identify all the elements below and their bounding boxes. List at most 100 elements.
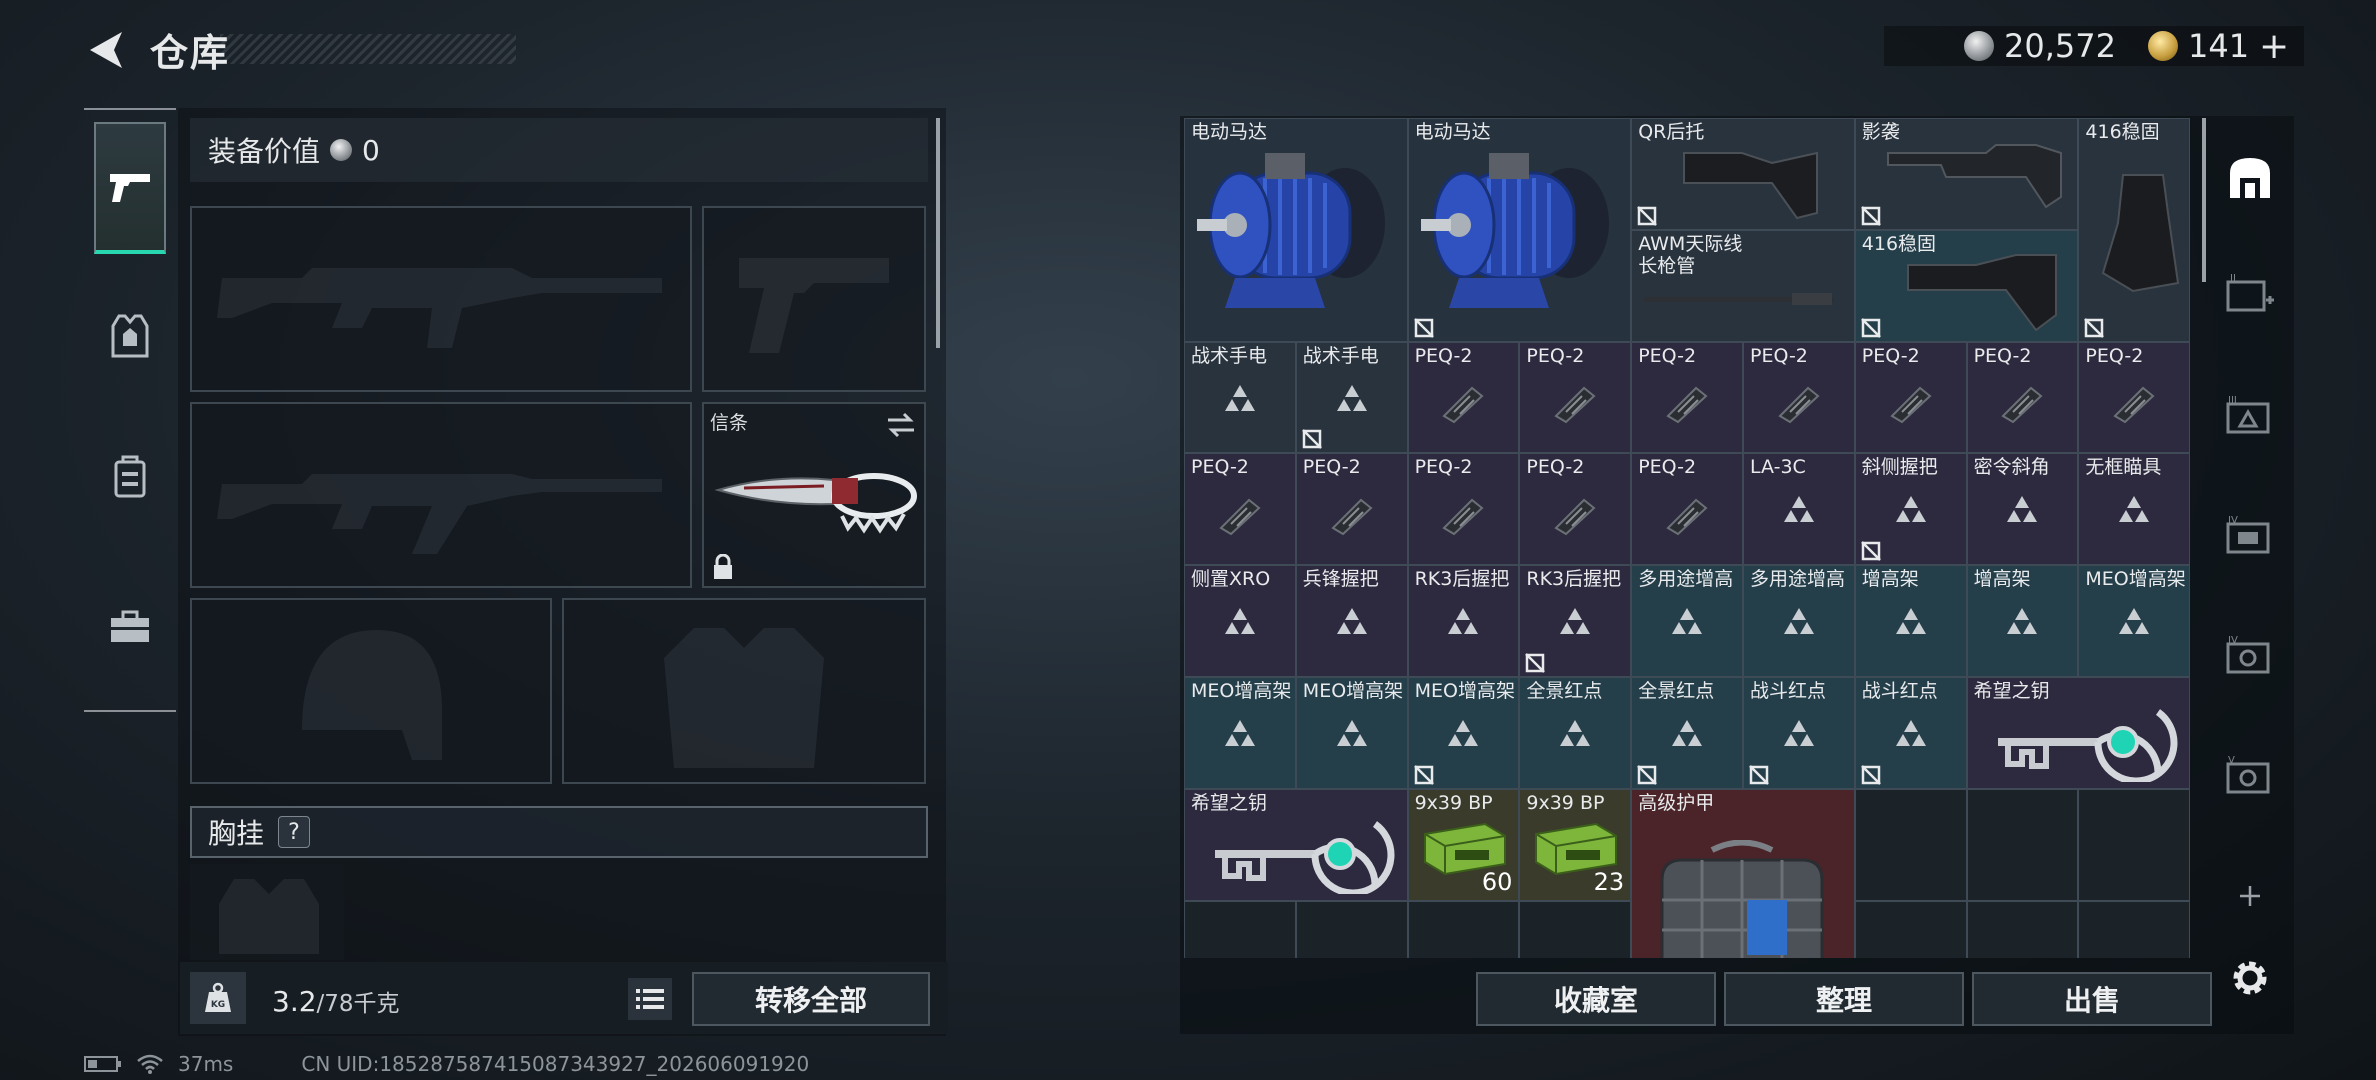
helmet-slot[interactable] xyxy=(190,598,552,784)
barrel-icon xyxy=(1644,292,1835,305)
storage-item-armor[interactable]: 高级护甲 xyxy=(1631,788,1855,958)
storage-item-tri[interactable]: 密令斜角 xyxy=(1966,453,2079,566)
armor-slot[interactable] xyxy=(562,598,926,784)
storage-item-peq[interactable]: PEQ-2 xyxy=(1407,453,1520,566)
storage-item-tri[interactable]: MEO增高架 xyxy=(2078,565,2191,677)
empty-grid-cell[interactable] xyxy=(1966,788,2079,901)
item-name: 全景红点 xyxy=(1526,680,1603,702)
storage-item-tri[interactable]: MEO增高架 xyxy=(1295,677,1408,789)
empty-grid-cell[interactable] xyxy=(1184,900,1296,958)
primary-weapon-slot-1[interactable] xyxy=(190,206,692,392)
help-button[interactable]: ? xyxy=(278,816,311,848)
tri-icon xyxy=(1224,384,1255,411)
storage-item-tri[interactable]: 战术手电 xyxy=(1295,341,1408,454)
storage-item-stock3[interactable]: 416稳固 xyxy=(1854,229,2079,342)
storage-scrollbar[interactable] xyxy=(2202,118,2206,282)
vault-button[interactable]: 收藏室 xyxy=(1476,972,1716,1026)
empty-grid-cell[interactable] xyxy=(2078,900,2191,958)
storage-item-peq[interactable]: PEQ-2 xyxy=(1966,341,2079,454)
storage-item-peq[interactable]: PEQ-2 xyxy=(1743,341,1855,454)
storage-item-motor[interactable]: 电动马达 xyxy=(1407,118,1632,342)
storage-item-tri[interactable]: 兵锋握把 xyxy=(1295,565,1408,677)
storage-item-peq[interactable]: PEQ-2 xyxy=(1519,453,1632,566)
storage-item-ammo[interactable]: 9x39 BP 23 xyxy=(1519,788,1632,901)
add-gold-button[interactable]: + xyxy=(2259,26,2289,67)
storage-item-barrel[interactable]: AWM天际线 长枪管 xyxy=(1631,229,1855,342)
storage-item-tri[interactable]: 全景红点 xyxy=(1631,677,1743,789)
storage-item-peq[interactable]: PEQ-2 xyxy=(1184,453,1296,566)
storage-tab-3[interactable]: III xyxy=(2220,388,2280,444)
storage-item-peq[interactable]: PEQ-2 xyxy=(1854,341,1967,454)
pistol-slot[interactable] xyxy=(702,206,926,392)
storage-item-tri[interactable]: MEO增高架 xyxy=(1407,677,1520,789)
primary-weapon-slot-2[interactable] xyxy=(190,402,692,588)
empty-grid-cell[interactable] xyxy=(1519,900,1632,958)
empty-grid-cell[interactable] xyxy=(1854,900,1967,958)
storage-item-tri[interactable]: 侧置XRO xyxy=(1184,565,1296,677)
storage-item-peq[interactable]: PEQ-2 xyxy=(1295,453,1408,566)
pistol-silhouette-icon xyxy=(739,258,889,353)
storage-item-key[interactable]: 希望之钥 xyxy=(1184,788,1408,901)
melee-slot[interactable]: 信条 xyxy=(702,402,926,588)
stock2-icon xyxy=(1886,144,2062,209)
storage-item-stock[interactable]: QR后托 xyxy=(1631,118,1855,230)
storage-item-tri[interactable]: MEO增高架 xyxy=(1184,677,1296,789)
transfer-all-button[interactable]: 转移全部 xyxy=(692,972,930,1026)
chest-rig-slot[interactable] xyxy=(190,864,344,960)
storage-item-tri[interactable]: 无框瞄具 xyxy=(2078,453,2191,566)
storage-item-tri[interactable]: 全景红点 xyxy=(1519,677,1632,789)
empty-grid-cell[interactable] xyxy=(1854,788,1967,901)
non-secure-icon xyxy=(1860,541,1881,562)
storage-tab-6[interactable]: V xyxy=(2220,748,2280,804)
rail-tab-toolbox[interactable] xyxy=(94,560,166,692)
empty-grid-cell[interactable] xyxy=(1966,900,2079,958)
equipment-scrollbar[interactable] xyxy=(936,118,940,348)
storage-item-ammo[interactable]: 9x39 BP 60 xyxy=(1407,788,1520,901)
organize-button[interactable]: 整理 xyxy=(1724,972,1964,1026)
storage-item-tri[interactable]: 战斗红点 xyxy=(1743,677,1855,789)
storage-item-tri[interactable]: LA-3C xyxy=(1743,453,1855,566)
storage-item-tri[interactable]: 多用途增高 xyxy=(1743,565,1855,677)
back-arrow-icon[interactable] xyxy=(82,28,130,72)
storage-item-tri[interactable]: RK3后握把 xyxy=(1519,565,1632,677)
storage-item-stock2[interactable]: 影袭 xyxy=(1854,118,2079,230)
storage-item-peq[interactable]: PEQ-2 xyxy=(1631,453,1743,566)
sell-button[interactable]: 出售 xyxy=(1972,972,2212,1026)
storage-item-key[interactable]: 希望之钥 xyxy=(1966,677,2191,789)
storage-item-peq[interactable]: PEQ-2 xyxy=(2078,341,2191,454)
storage-tab-4[interactable]: IV xyxy=(2220,508,2280,564)
storage-item-tri[interactable]: 多用途增高 xyxy=(1631,565,1743,677)
storage-tab-2[interactable]: II xyxy=(2220,266,2280,322)
tri-icon xyxy=(1783,608,1814,635)
non-secure-icon xyxy=(1413,764,1434,785)
swap-icon[interactable] xyxy=(886,412,916,438)
battery-icon xyxy=(84,1056,121,1072)
empty-grid-cell[interactable] xyxy=(1295,900,1408,958)
storage-item-grip[interactable]: 416稳固 xyxy=(2078,118,2191,342)
item-quantity: 23 xyxy=(1593,867,1625,896)
add-storage-button[interactable] xyxy=(2220,868,2280,924)
storage-tab-5[interactable]: IV xyxy=(2220,628,2280,684)
rail-tab-armor[interactable] xyxy=(94,270,166,402)
empty-grid-cell[interactable] xyxy=(2078,788,2191,901)
tri-icon xyxy=(1895,496,1926,523)
rail-tab-weapons[interactable] xyxy=(94,122,166,254)
storage-item-peq[interactable]: PEQ-2 xyxy=(1519,341,1632,454)
storage-item-tri[interactable]: 增高架 xyxy=(1854,565,1967,677)
empty-grid-cell[interactable] xyxy=(1407,900,1520,958)
storage-item-motor[interactable]: 电动马达 xyxy=(1184,118,1408,342)
list-view-button[interactable] xyxy=(628,978,672,1020)
settings-button[interactable] xyxy=(2220,950,2280,1006)
storage-item-tri[interactable]: 战斗红点 xyxy=(1854,677,1967,789)
rail-tab-backpack[interactable] xyxy=(94,410,166,542)
storage-item-peq[interactable]: PEQ-2 xyxy=(1407,341,1520,454)
storage-item-tri[interactable]: 增高架 xyxy=(1966,565,2079,677)
storage-item-tri[interactable]: 战术手电 xyxy=(1184,341,1296,454)
storage-item-tri[interactable]: 斜侧握把 xyxy=(1854,453,1967,566)
storage-item-tri[interactable]: RK3后握把 xyxy=(1407,565,1520,677)
non-secure-icon xyxy=(1301,429,1322,450)
svg-text:III: III xyxy=(2228,395,2237,406)
item-name: 侧置XRO xyxy=(1191,568,1271,591)
storage-main-tab[interactable] xyxy=(2220,150,2280,206)
storage-item-peq[interactable]: PEQ-2 xyxy=(1631,341,1743,454)
